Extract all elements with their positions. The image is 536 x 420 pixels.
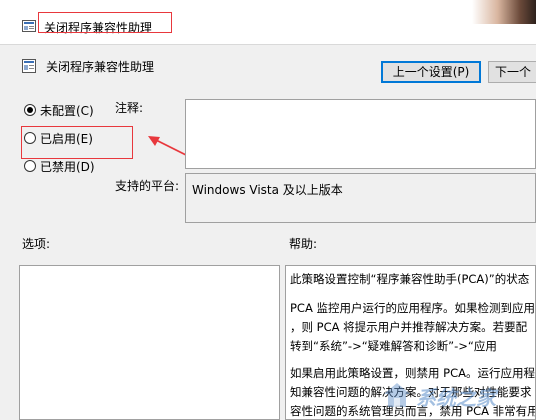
setting-icon bbox=[22, 59, 36, 73]
help-line: 转到“系统”->“疑难解答和诊断”->“应用 bbox=[290, 339, 497, 353]
help-paragraph: 此策略设置控制“程序兼容性助手(PCA)”的状态 bbox=[290, 272, 530, 286]
radio-button-checked[interactable] bbox=[24, 104, 36, 116]
next-setting-button[interactable]: 下一个 bbox=[488, 61, 536, 83]
setting-title: 关闭程序兼容性助理 bbox=[46, 60, 155, 74]
previous-setting-button[interactable]: 上一个设置(P) bbox=[381, 61, 481, 83]
help-line: PCA 监控用户运行的应用程序。如果检测到应用 bbox=[290, 301, 535, 315]
help-label: 帮助: bbox=[289, 237, 318, 251]
watermark-text: 系统之家 bbox=[416, 386, 496, 410]
radio-disabled-label: 已禁用(D) bbox=[40, 159, 95, 174]
annotation-highlight-enabled bbox=[21, 126, 133, 159]
annotation-highlight-title bbox=[38, 12, 172, 33]
radio-not-configured-label: 未配置(C) bbox=[40, 103, 94, 118]
help-line: ，则 PCA 将提示用户并推荐解决方案。若要配 bbox=[290, 320, 528, 334]
policy-icon bbox=[22, 20, 36, 32]
comment-textarea[interactable] bbox=[185, 99, 536, 169]
platform-label: 支持的平台: bbox=[115, 179, 180, 193]
comment-label: 注释: bbox=[115, 101, 144, 115]
watermark-logo: 系统之家 bbox=[382, 376, 532, 416]
platform-field: Windows Vista 及以上版本 bbox=[185, 173, 536, 223]
radio-not-configured[interactable]: 未配置(C) bbox=[24, 101, 94, 119]
options-panel bbox=[19, 265, 280, 420]
radio-disabled[interactable]: 已禁用(D) bbox=[24, 157, 95, 175]
watermark-house-icon bbox=[384, 383, 410, 407]
desktop-background bbox=[472, 0, 536, 24]
radio-button[interactable] bbox=[24, 160, 36, 172]
options-label: 选项: bbox=[22, 237, 51, 251]
platform-value: Windows Vista 及以上版本 bbox=[192, 183, 343, 197]
